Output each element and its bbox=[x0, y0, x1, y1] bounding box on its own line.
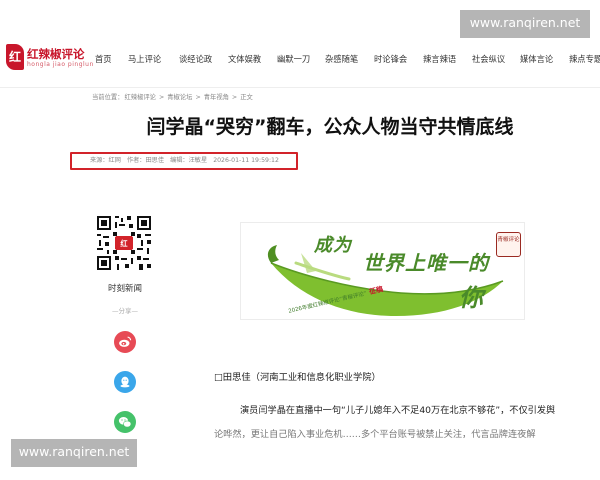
watermark-top: www.ranqiren.net bbox=[460, 10, 590, 38]
watermark-bottom: www.ranqiren.net bbox=[11, 439, 137, 467]
article-banner-image: 成为 世界上唯一的 你 2026年度红辣椒评论“青椒评论”征稿 青椒评论 bbox=[240, 222, 525, 320]
article-paragraph: 论哗然，更让自己陷入事业危机……多个平台账号被禁止关注，代言品牌连夜解 bbox=[214, 429, 536, 440]
breadcrumb-separator: > bbox=[156, 94, 167, 101]
article-paragraph: 演员闫学晶在直播中一句“儿子儿媳年入不足40万在北京不够花”，不仅引发舆 bbox=[240, 405, 556, 416]
article-meta: 来源：红网 作者：田思佳 编辑：汪敏星 2026-01-11 19:59:12 bbox=[70, 152, 298, 170]
meta-author: 作者：田思佳 bbox=[126, 157, 165, 164]
qq-icon bbox=[120, 376, 130, 388]
qr-code[interactable]: 红 bbox=[95, 214, 153, 272]
share-wechat-button[interactable] bbox=[114, 411, 136, 433]
qr-logo-text: 红 bbox=[120, 239, 128, 248]
nav-item-topics[interactable]: 辣点专题 bbox=[569, 53, 600, 65]
weibo-icon bbox=[119, 336, 132, 347]
nav-item-media[interactable]: 媒体言论 bbox=[520, 53, 553, 65]
share-weibo-button[interactable] bbox=[114, 331, 136, 353]
meta-source: 来源：红网 bbox=[90, 157, 121, 164]
breadcrumb-item-current: 正文 bbox=[240, 94, 253, 101]
banner-stamp: 青椒评论 bbox=[496, 232, 521, 257]
logo-name: 红辣椒评论 bbox=[27, 47, 85, 61]
breadcrumb-item-home[interactable]: 红辣椒评论 bbox=[124, 94, 155, 101]
breadcrumb-item-forum[interactable]: 青椒论坛 bbox=[167, 94, 192, 101]
nav-item-politics[interactable]: 谈经论政 bbox=[179, 53, 212, 65]
qr-label: 时刻新闻 bbox=[107, 284, 142, 294]
breadcrumb: 当前位置：红辣椒评论 > 青椒论坛 > 青年视角 > 正文 bbox=[92, 92, 254, 104]
nav-item-society[interactable]: 社会纵议 bbox=[472, 53, 505, 65]
article-author-line: □田思佳（河南工业和信息化职业学院） bbox=[214, 372, 381, 383]
site-logo[interactable]: 红 红辣椒评论 hongla jiao pinglun bbox=[6, 44, 96, 80]
nav-item-culture[interactable]: 文体娱教 bbox=[228, 53, 261, 65]
banner-text-line3: 你 bbox=[459, 284, 483, 312]
nav-item-essays[interactable]: 杂感随笔 bbox=[325, 53, 358, 65]
main-nav: 首页 马上评论 谈经论政 文体娱教 幽默一刀 杂感随笔 时论锋会 辣言辣语 社会… bbox=[88, 53, 600, 67]
breadcrumb-separator: > bbox=[193, 94, 203, 101]
meta-editor: 编辑：汪敏星 bbox=[170, 157, 208, 164]
nav-item-humor[interactable]: 幽默一刀 bbox=[277, 53, 310, 65]
breadcrumb-label: 当前位置： bbox=[92, 94, 124, 101]
nav-item-instant-comment[interactable]: 马上评论 bbox=[128, 53, 161, 65]
breadcrumb-item-youth[interactable]: 青年视角 bbox=[204, 94, 229, 101]
article-title: 闫学晶“哭穷”翻车，公众人物当守共情底线 bbox=[146, 116, 514, 138]
share-label: —分享— bbox=[112, 307, 138, 315]
banner-text-line1: 成为 bbox=[314, 235, 352, 256]
nav-item-home[interactable]: 首页 bbox=[95, 53, 112, 65]
logo-subtitle: hongla jiao pinglun bbox=[27, 61, 94, 68]
banner-text-line2: 世界上唯一的 bbox=[363, 251, 489, 275]
banner-note-badge: 征稿 bbox=[368, 285, 384, 297]
breadcrumb-separator: > bbox=[229, 94, 240, 101]
meta-datetime: 2026-01-11 19:59:12 bbox=[213, 157, 279, 164]
logo-mark: 红 bbox=[6, 44, 24, 70]
nav-item-forum[interactable]: 时论锋会 bbox=[374, 53, 407, 65]
share-qq-button[interactable] bbox=[114, 371, 136, 393]
nav-item-spicy-words[interactable]: 辣言辣语 bbox=[423, 53, 456, 65]
wechat-icon bbox=[118, 417, 132, 428]
